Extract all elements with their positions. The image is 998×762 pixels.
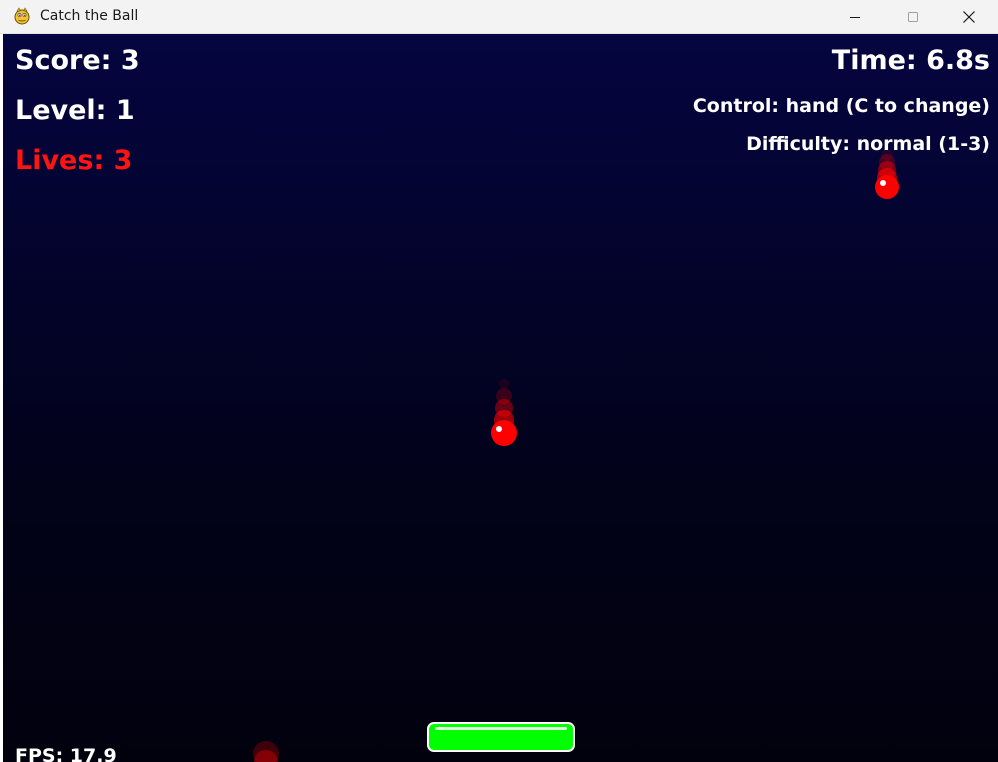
title-bar[interactable]: Catch the Ball xyxy=(0,0,998,34)
maximize-icon xyxy=(907,11,919,23)
time-label: Time: 6.8s xyxy=(831,45,990,76)
minimize-icon xyxy=(849,11,861,23)
game-canvas[interactable]: Score: 3 Level: 1 Lives: 3 Time: 6.8s Co… xyxy=(3,34,998,762)
score-label: Score: 3 xyxy=(15,45,140,76)
close-button[interactable] xyxy=(940,0,998,33)
window-title: Catch the Ball xyxy=(40,8,139,24)
falling-ball-2 xyxy=(491,379,517,446)
game-window: Catch the Ball Score: 3 Level: 1 Lives: … xyxy=(0,0,998,762)
fps-counter: FPS: 17.9 xyxy=(15,745,117,762)
difficulty-label: Difficulty: normal (1-3) xyxy=(746,133,990,155)
lives-label: Lives: 3 xyxy=(15,145,133,176)
falling-ball-1 xyxy=(875,149,899,199)
falling-ball-3 xyxy=(253,741,279,762)
pygame-snake-icon xyxy=(12,6,32,26)
level-label: Level: 1 xyxy=(15,95,135,126)
paddle[interactable] xyxy=(427,722,575,752)
close-icon xyxy=(962,10,976,24)
minimize-button[interactable] xyxy=(826,0,884,33)
control-mode-label: Control: hand (C to change) xyxy=(692,95,990,117)
paddle-highlight xyxy=(435,727,567,730)
maximize-button[interactable] xyxy=(884,0,942,33)
